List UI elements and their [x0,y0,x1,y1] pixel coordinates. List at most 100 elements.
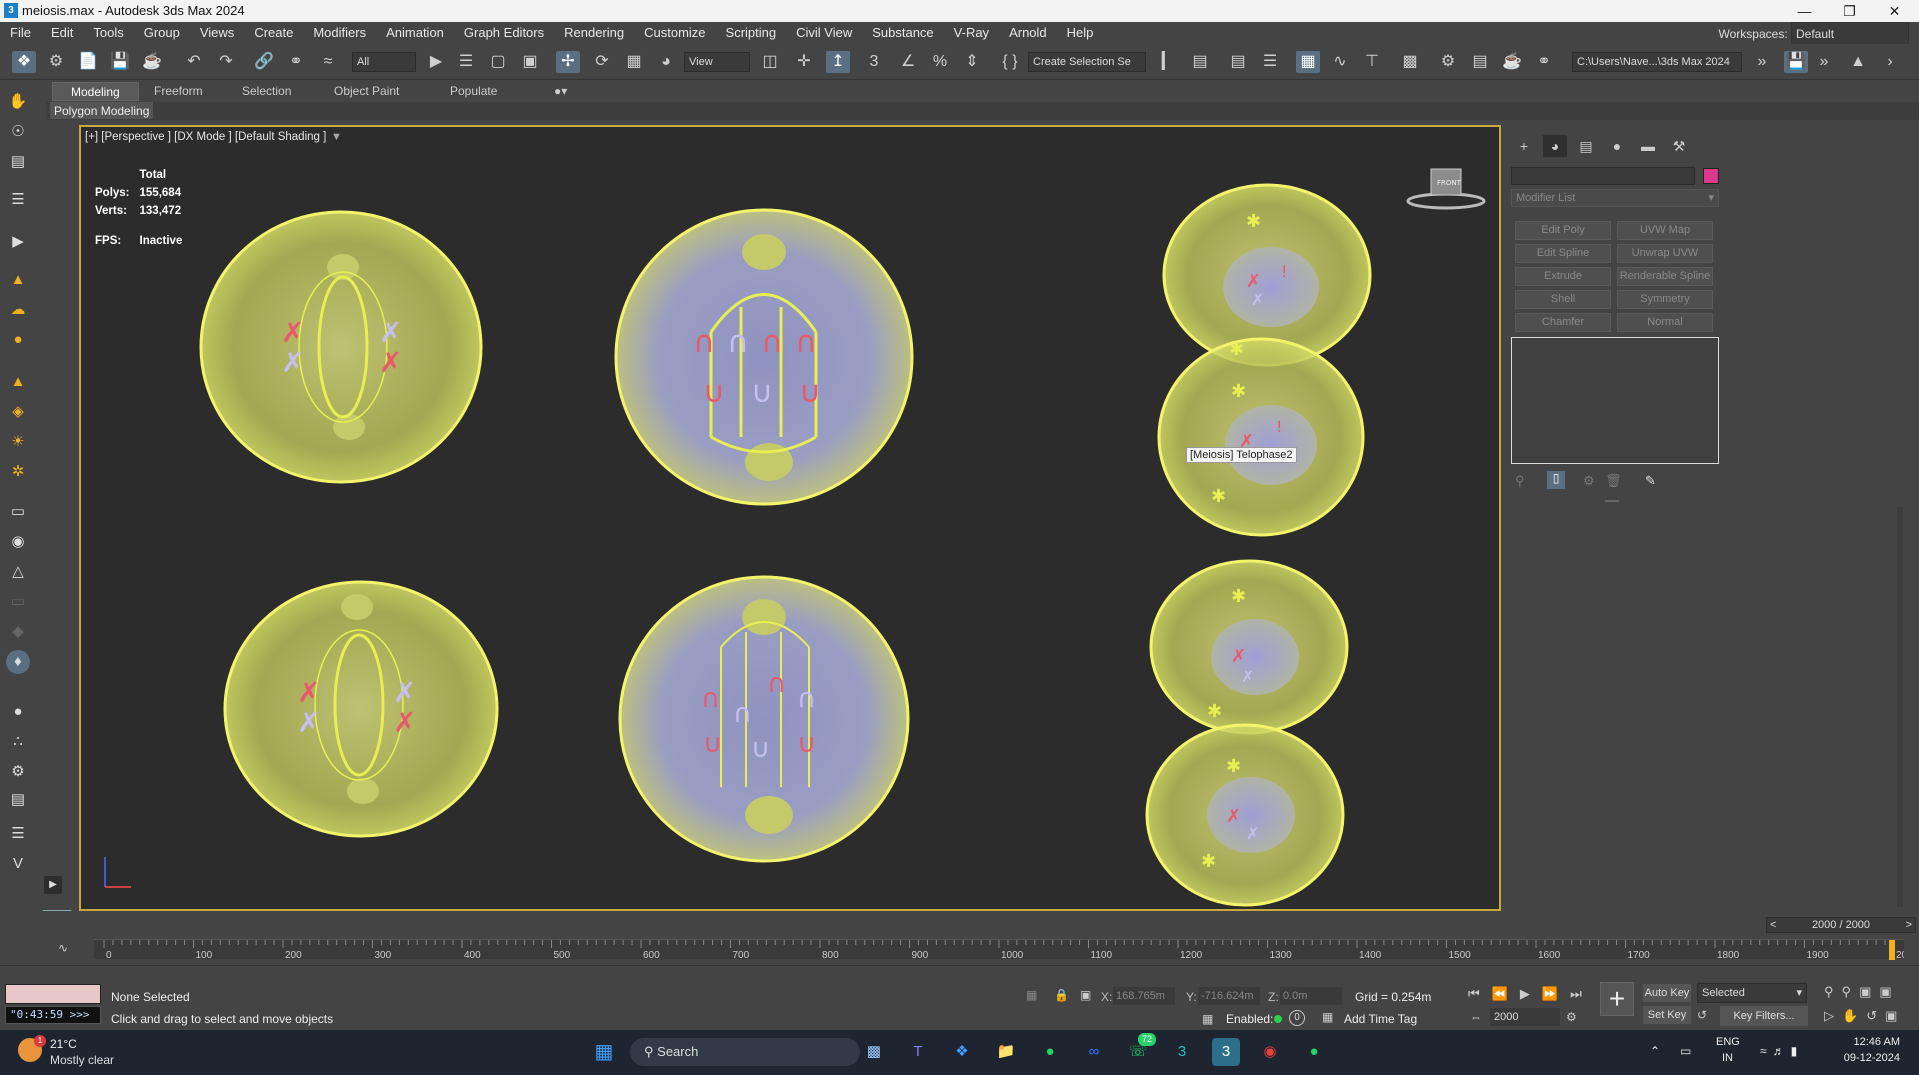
camera-icon[interactable]: ▶ [6,230,30,254]
set-key-button[interactable]: Set Key [1643,1006,1691,1024]
make-unique-icon[interactable]: ⚙ [1583,473,1595,489]
sun-icon[interactable]: ☀ [6,430,30,454]
menu-vray[interactable]: V-Ray [944,22,999,44]
teapot-icon[interactable]: ☕ [140,51,164,73]
notifications-icon[interactable]: ▲ [1846,51,1870,73]
spotify-icon[interactable]: ● [1036,1038,1064,1066]
key-mode-toggle-icon[interactable]: ⇔ [1470,1010,1482,1024]
file-save-icon[interactable]: 💾 [108,51,132,73]
hand-icon[interactable]: ✋ [6,90,30,114]
tray-status-icons[interactable]: ≈♬▮ [1760,1044,1803,1058]
field-of-view-icon[interactable]: ▷ [1824,1008,1842,1023]
paint-icon[interactable]: ▲ [6,370,30,394]
symmetry-button[interactable]: Symmetry [1617,290,1713,309]
task-view-icon[interactable]: ▩ [860,1038,888,1066]
time-slider-prev-icon[interactable]: < [1770,918,1776,932]
command-panel-scrollbar[interactable] [1897,507,1903,907]
menu-substance[interactable]: Substance [862,22,943,44]
select-link-icon[interactable]: ❖ [12,51,36,73]
curve-editor-toggle-icon[interactable]: ∿ [58,941,68,955]
sphere-icon[interactable]: ● [6,328,30,352]
ribbon-tab-object-paint[interactable]: Object Paint [316,82,417,101]
ribbon-tab-modeling[interactable]: Modeling [52,82,139,101]
pivot-center-icon[interactable]: ◫ [758,51,782,73]
remove-modifier-icon[interactable]: 🗑 [1605,473,1622,489]
orbit-view-icon[interactable]: ↺ [1866,1008,1885,1023]
shell-button[interactable]: Shell [1515,290,1611,309]
curve-editor-icon[interactable]: ∿ [1328,51,1352,73]
cloud-icon[interactable]: ☁ [6,298,30,322]
pin-stack-icon[interactable]: ⚲ [1515,473,1525,489]
perspective-viewport[interactable]: [+] [Perspective ] [DX Mode ] [Default S… [79,125,1501,911]
cell-telophase-2-bottom[interactable]: ✗ ✗ ✗ ✗ ✱ ✱ ✱ ✱ [1145,559,1349,907]
time-tag-icon[interactable]: ▦ [1202,1012,1213,1026]
app-3-icon[interactable]: 3 [1168,1038,1196,1066]
set-key-big-button[interactable]: + [1600,982,1634,1016]
gear-icon[interactable]: ⚙ [6,760,30,784]
layer-explorer-icon[interactable]: ☰ [1258,51,1282,73]
brush-icon[interactable]: ▲ [6,268,30,292]
cell-telophase-2-top[interactable]: ✗ ✗ ! ✗ ! ✱ ✱ ✱ ✱ [1157,183,1372,537]
percent-snap-icon[interactable]: % [928,51,952,73]
rendered-frame-window-icon[interactable]: ▤ [1468,51,1492,73]
menu-civil-view[interactable]: Civil View [786,22,862,44]
renderable-spline-button[interactable]: Renderable Spline [1617,267,1713,286]
named-selection-set-dropdown[interactable]: Create Selection Se [1028,52,1146,72]
bind-spacewarp-icon[interactable]: ≈ [316,51,340,73]
language-region[interactable]: IN [1722,1052,1733,1064]
cell-meiosis-4[interactable]: ∩ ∩ ∩ ∩ ∪ ∪ ∪ [618,575,910,863]
render-setup-icon[interactable]: ⚙ [1436,51,1460,73]
fire-icon[interactable]: ♦ [6,650,30,674]
material-editor-icon[interactable]: ▩ [1398,51,1422,73]
place-icon[interactable]: ◕ [654,51,678,73]
link-icon[interactable]: 🔗 [252,51,276,73]
mirror-icon[interactable]: ▎ [1156,51,1180,73]
box-icon[interactable]: ▭ [6,500,30,524]
more-chevron-icon[interactable]: » [1812,51,1836,73]
overflow-chevron-icon[interactable]: › [1878,51,1902,73]
menu-customize[interactable]: Customize [634,22,715,44]
x-coordinate-field[interactable]: 168.765m [1113,987,1175,1005]
layers-icon[interactable]: ▤ [6,150,30,174]
normal-button[interactable]: Normal [1617,313,1713,332]
menu-animation[interactable]: Animation [376,22,454,44]
selection-filter-dropdown[interactable]: All [352,52,416,72]
ribbon-options-icon[interactable]: ●▾ [546,82,575,101]
maximize-viewport-icon[interactable]: ▣ [1885,1008,1905,1023]
clock-time[interactable]: 12:46 AM [1836,1036,1900,1048]
modifier-stack[interactable] [1511,337,1719,464]
redo-icon[interactable]: ↷ [214,51,238,73]
reference-coordinate-dropdown[interactable]: View [684,52,750,72]
list-icon[interactable]: ☰ [6,188,30,212]
hierarchy-tab-icon[interactable]: ▤ [1574,135,1598,157]
modifier-list-dropdown[interactable]: Modifier List ▾ [1511,189,1719,207]
render-production-icon[interactable]: ☕ [1500,51,1524,73]
time-slider-next-icon[interactable]: > [1906,918,1912,932]
file-icon[interactable]: 📄 [76,51,100,73]
ribbon-tab-selection[interactable]: Selection [224,82,309,101]
pan-icon[interactable]: ✋ [1842,1008,1866,1023]
polygon-modeling-panel[interactable]: Polygon Modeling [50,102,154,119]
menu-graph-editors[interactable]: Graph Editors [454,22,554,44]
show-end-result-icon[interactable]: ▯ [1547,471,1565,489]
particles-icon[interactable]: ∴ [6,730,30,754]
workspaces-dropdown[interactable]: Default [1791,22,1909,46]
lock-icon[interactable]: 🔒 [1054,988,1069,1002]
rotate-icon[interactable]: ⟳ [590,51,614,73]
select-manipulate-icon[interactable]: ✛ [792,51,816,73]
object-color-swatch[interactable] [1703,168,1719,184]
track-bar[interactable]: 0 100 200 300 400 500 600 700 800 900 1000 1100 1200… [94,939,1919,961]
isolate-icon[interactable]: ▦ [1026,988,1037,1002]
sunburst-icon[interactable]: ✲ [6,460,30,484]
save-project-icon[interactable]: 💾 [1784,51,1808,73]
schematic-view-icon[interactable]: ⊤ [1360,51,1384,73]
3dsmax-taskbar-icon[interactable]: 3 [1212,1038,1240,1066]
unlink-icon[interactable]: ⚭ [284,51,308,73]
cell-meiosis-3[interactable]: ✗ ✗ ✗ ✗ [223,580,499,838]
bucket-icon[interactable]: ◈ [6,400,30,424]
create-tab-icon[interactable]: + [1512,135,1536,157]
menu-arnold[interactable]: Arnold [999,22,1057,44]
taskbar-search[interactable]: ⚲ Search [630,1038,860,1066]
goto-start-icon[interactable]: ⏮ [1468,986,1492,1001]
enabled-counter[interactable]: 0 [1289,1010,1305,1026]
